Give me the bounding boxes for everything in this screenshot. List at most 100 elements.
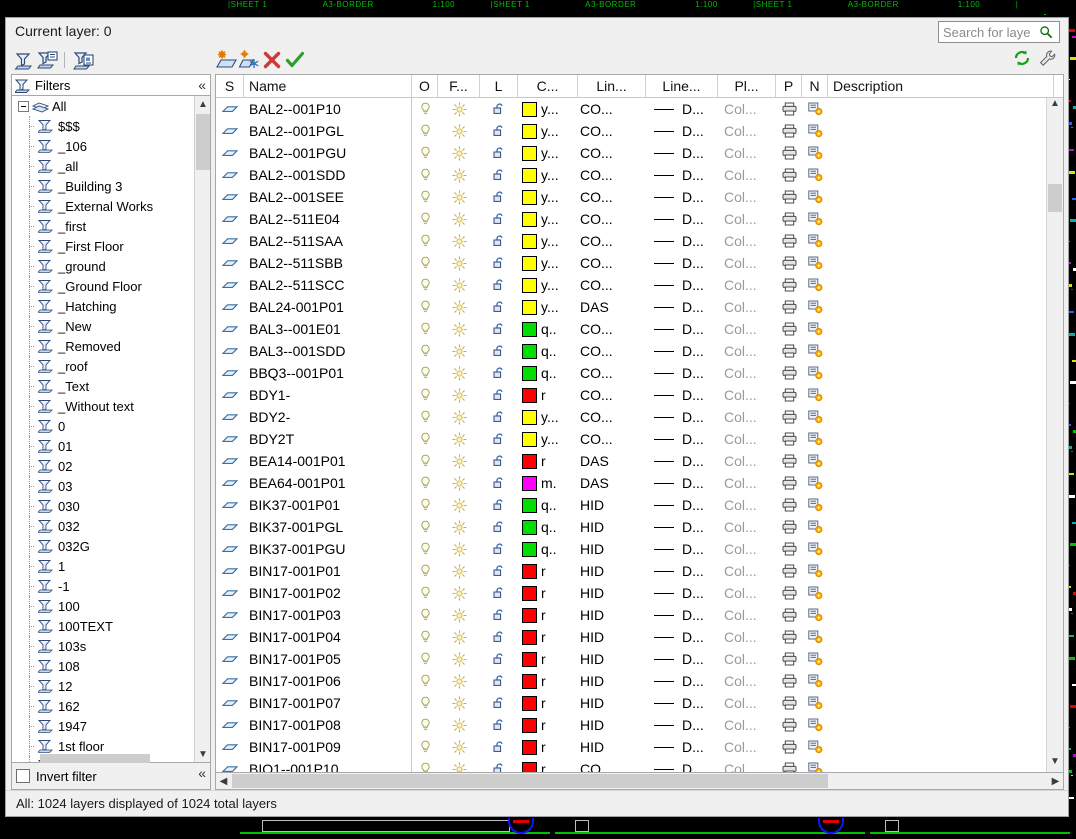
layer-thaw-icon[interactable]	[451, 387, 467, 403]
plot-icon[interactable]	[782, 102, 797, 116]
cell-description[interactable]	[828, 296, 1046, 318]
cell-linetype[interactable]: CO...	[578, 142, 646, 164]
plot-icon[interactable]	[782, 234, 797, 248]
column-header-status[interactable]: S	[216, 75, 244, 97]
layer-unlock-icon[interactable]	[492, 234, 506, 248]
cell-description[interactable]	[828, 626, 1046, 648]
cell-linetype[interactable]: DAS	[578, 296, 646, 318]
cell-plotstyle[interactable]: Col...	[718, 604, 776, 626]
new-layer-button[interactable]	[215, 49, 237, 71]
cell-new-vp[interactable]	[802, 714, 828, 736]
new-vp-freeze-icon[interactable]	[807, 278, 823, 292]
cell-lock[interactable]	[480, 472, 518, 494]
layer-thaw-icon[interactable]	[451, 123, 467, 139]
cell-name[interactable]: BIQ1--001P10	[244, 758, 412, 772]
new-vp-freeze-icon[interactable]	[807, 454, 823, 468]
cell-lock[interactable]	[480, 164, 518, 186]
layer-thaw-icon[interactable]	[451, 629, 467, 645]
filter-tree-item[interactable]: -1	[12, 576, 194, 596]
cell-new-vp[interactable]	[802, 208, 828, 230]
new-vp-freeze-icon[interactable]	[807, 564, 823, 578]
cell-plot[interactable]	[776, 626, 802, 648]
cell-plotstyle[interactable]: Col...	[718, 318, 776, 340]
layer-on-icon[interactable]	[419, 564, 432, 579]
cell-lock[interactable]	[480, 494, 518, 516]
invert-filter-checkbox[interactable]	[16, 769, 30, 783]
layer-on-icon[interactable]	[419, 586, 432, 601]
plot-icon[interactable]	[782, 322, 797, 336]
layer-unlock-icon[interactable]	[492, 190, 506, 204]
layer-on-icon[interactable]	[419, 102, 432, 117]
cell-color[interactable]: r	[518, 604, 578, 626]
layer-thaw-icon[interactable]	[451, 189, 467, 205]
cell-name[interactable]: BIN17-001P05	[244, 648, 412, 670]
cell-freeze[interactable]	[438, 604, 480, 626]
cell-color[interactable]: q..	[518, 340, 578, 362]
cell-description[interactable]	[828, 98, 1046, 120]
cell-freeze[interactable]	[438, 318, 480, 340]
cell-freeze[interactable]	[438, 208, 480, 230]
new-vp-freeze-icon[interactable]	[807, 366, 823, 380]
layer-on-icon[interactable]	[419, 322, 432, 337]
layer-unlock-icon[interactable]	[492, 476, 506, 490]
scroll-up-arrow[interactable]: ▲	[195, 96, 210, 112]
color-swatch[interactable]	[522, 387, 537, 403]
cell-on[interactable]	[412, 714, 438, 736]
cell-plot[interactable]	[776, 472, 802, 494]
cell-on[interactable]	[412, 384, 438, 406]
cell-lineweight[interactable]: D...	[646, 142, 718, 164]
cell-color[interactable]: r	[518, 736, 578, 758]
color-swatch[interactable]	[522, 497, 537, 513]
plot-icon[interactable]	[782, 256, 797, 270]
layer-thaw-icon[interactable]	[451, 233, 467, 249]
cell-plotstyle[interactable]: Col...	[718, 450, 776, 472]
cell-new-vp[interactable]	[802, 626, 828, 648]
cell-linetype[interactable]: CO...	[578, 164, 646, 186]
cell-description[interactable]	[828, 428, 1046, 450]
table-row[interactable]: BAL2--511SAA y... CO... D... Col...	[216, 230, 1046, 252]
cell-linetype[interactable]: CO...	[578, 384, 646, 406]
cell-freeze[interactable]	[438, 142, 480, 164]
filter-tree-item[interactable]: _roof	[12, 356, 194, 376]
layer-on-icon[interactable]	[419, 168, 432, 183]
cell-new-vp[interactable]	[802, 252, 828, 274]
cell-lineweight[interactable]: D...	[646, 538, 718, 560]
layer-on-icon[interactable]	[419, 696, 432, 711]
cell-lineweight[interactable]: D...	[646, 714, 718, 736]
layer-thaw-icon[interactable]	[451, 299, 467, 315]
layer-on-icon[interactable]	[419, 498, 432, 513]
color-swatch[interactable]	[522, 453, 537, 469]
new-vp-freeze-icon[interactable]	[807, 718, 823, 732]
cell-freeze[interactable]	[438, 362, 480, 384]
cell-name[interactable]: BAL2--511SAA	[244, 230, 412, 252]
cell-linetype[interactable]: HID	[578, 670, 646, 692]
new-vp-freeze-icon[interactable]	[807, 608, 823, 622]
layer-unlock-icon[interactable]	[492, 454, 506, 468]
cell-description[interactable]	[828, 538, 1046, 560]
layer-unlock-icon[interactable]	[492, 410, 506, 424]
cell-lock[interactable]	[480, 626, 518, 648]
plot-icon[interactable]	[782, 278, 797, 292]
cell-plotstyle[interactable]: Col...	[718, 538, 776, 560]
layer-unlock-icon[interactable]	[492, 322, 506, 336]
cell-new-vp[interactable]	[802, 648, 828, 670]
cell-lock[interactable]	[480, 648, 518, 670]
filter-tree-item[interactable]: _Text	[12, 376, 194, 396]
cell-plot[interactable]	[776, 340, 802, 362]
cell-new-vp[interactable]	[802, 186, 828, 208]
cell-on[interactable]	[412, 274, 438, 296]
layer-thaw-icon[interactable]	[451, 519, 467, 535]
column-header-color[interactable]: C...	[518, 75, 578, 97]
cell-name[interactable]: BIN17-001P02	[244, 582, 412, 604]
layer-thaw-icon[interactable]	[451, 343, 467, 359]
cell-plot[interactable]	[776, 318, 802, 340]
plot-icon[interactable]	[782, 652, 797, 666]
layer-on-icon[interactable]	[419, 388, 432, 403]
table-row[interactable]: BAL2--001PGL y... CO... D... Col...	[216, 120, 1046, 142]
cell-description[interactable]	[828, 582, 1046, 604]
cell-plot[interactable]	[776, 230, 802, 252]
cell-freeze[interactable]	[438, 494, 480, 516]
cell-lock[interactable]	[480, 296, 518, 318]
filter-tree-item[interactable]: _Removed	[12, 336, 194, 356]
cell-freeze[interactable]	[438, 186, 480, 208]
